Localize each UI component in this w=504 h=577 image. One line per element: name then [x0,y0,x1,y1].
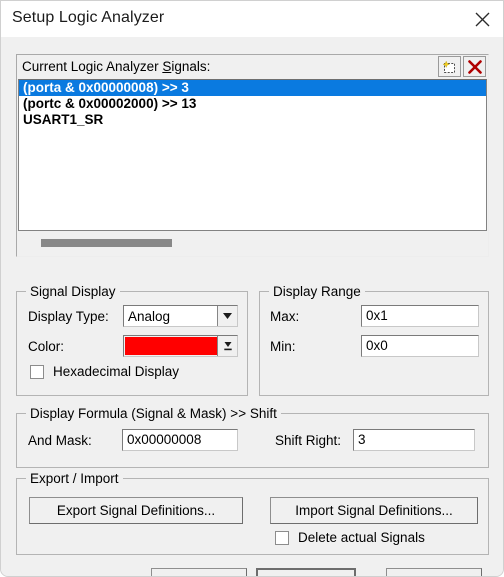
signals-horizontal-scrollbar[interactable] [18,232,487,256]
checkbox-box[interactable] [275,530,289,545]
signals-list-label-part2: ignals: [171,59,211,74]
color-label: Color: [28,339,65,354]
export-import-legend: Export / Import [26,471,123,486]
signals-panel: Current Logic Analyzer Signals: (porta &… [16,54,489,257]
close-icon[interactable] [459,1,503,37]
window-title: Setup Logic Analyzer [12,9,165,26]
display-range-group: Display Range Max: 0x1 Min: 0x0 [259,284,489,396]
help-button[interactable]: Help [386,568,482,576]
list-item[interactable]: USART1_SR [19,112,486,128]
display-range-legend: Display Range [269,284,365,299]
new-signal-icon[interactable] [438,56,461,77]
list-item[interactable]: (portc & 0x00002000) >> 13 [19,96,486,112]
setup-logic-analyzer-dialog: Setup Logic Analyzer Current Logic Analy… [0,0,504,577]
shift-right-label: Shift Right: [275,433,342,448]
delete-signal-icon[interactable] [463,56,486,77]
min-input[interactable]: 0x0 [361,335,479,357]
list-item[interactable]: (porta & 0x00000008) >> 3 [19,80,486,96]
checkbox-box[interactable] [30,364,44,379]
scrollbar-thumb[interactable] [41,239,172,247]
chevron-down-icon[interactable] [217,306,237,326]
close-button[interactable]: Close [256,568,356,576]
kill-all-button[interactable]: Kill All [151,568,247,576]
hexadecimal-display-label: Hexadecimal Display [53,364,180,379]
display-type-label: Display Type: [28,309,109,324]
export-import-group: Export / Import Export Signal Definition… [16,471,489,555]
display-formula-group: Display Formula (Signal & Mask) >> Shift… [16,406,489,468]
color-dropdown-icon[interactable] [217,336,237,356]
signals-list-label-part1: Current Logic Analyzer [22,59,163,74]
display-type-select[interactable]: Analog [123,305,238,327]
signals-panel-header: Current Logic Analyzer Signals: [17,55,488,79]
max-input[interactable]: 0x1 [361,305,479,327]
signal-display-group: Signal Display Display Type: Analog Colo… [16,284,248,396]
title-bar: Setup Logic Analyzer [1,1,503,37]
delete-actual-signals-checkbox[interactable]: Delete actual Signals [275,530,425,545]
and-mask-label: And Mask: [28,433,92,448]
max-label: Max: [270,309,300,324]
hexadecimal-display-checkbox[interactable]: Hexadecimal Display [30,364,179,379]
signal-display-legend: Signal Display [26,284,120,299]
signals-list-label-mnemonic: S [162,59,172,74]
and-mask-input[interactable]: 0x00000008 [122,429,238,451]
export-signal-definitions-button[interactable]: Export Signal Definitions... [29,497,243,524]
shift-right-input[interactable]: 3 [353,429,475,451]
color-picker[interactable] [123,335,238,357]
display-type-value: Analog [128,309,171,324]
delete-actual-signals-label: Delete actual Signals [298,530,425,545]
color-swatch [125,337,218,355]
signals-list-label: Current Logic Analyzer Signals: [22,59,210,74]
import-signal-definitions-button[interactable]: Import Signal Definitions... [270,497,478,524]
dialog-body: Current Logic Analyzer Signals: (porta &… [1,37,503,576]
display-formula-legend: Display Formula (Signal & Mask) >> Shift [26,406,281,421]
min-label: Min: [270,339,296,354]
signals-listbox[interactable]: (porta & 0x00000008) >> 3 (portc & 0x000… [18,79,487,231]
